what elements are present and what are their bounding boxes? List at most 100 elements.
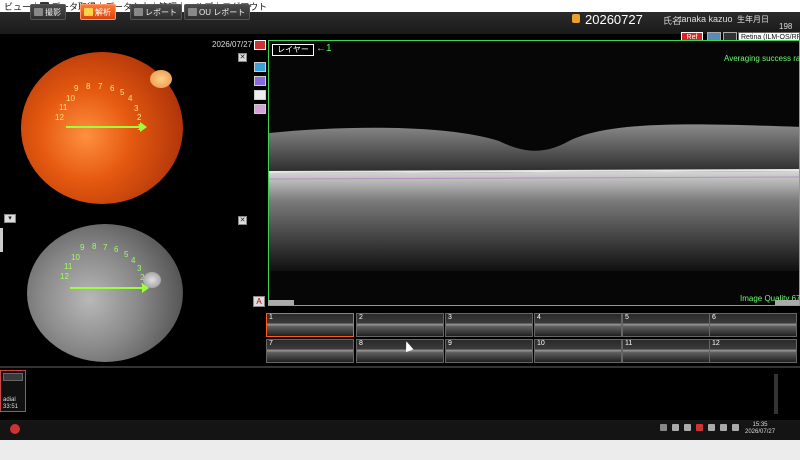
scan-number: 12: [60, 272, 69, 281]
scan-number: 5: [120, 88, 125, 97]
tab-analysis-label: 解析: [95, 7, 111, 17]
start-icon[interactable]: [10, 424, 20, 434]
scan-line: [70, 287, 144, 289]
grid-icon[interactable]: [254, 90, 266, 100]
thumbnail-scan[interactable]: 6: [709, 313, 797, 337]
thumbnail-label: 4: [537, 314, 541, 321]
taskbar: [0, 420, 800, 440]
oct-bscan-panel[interactable]: [268, 40, 800, 306]
scan-number: 11: [59, 103, 68, 112]
scan-number: 4: [128, 94, 133, 103]
expand-icon[interactable]: ✕: [238, 216, 247, 225]
card-line2: 33:51: [3, 404, 19, 410]
scan-number: 7: [98, 82, 103, 91]
tray-icon[interactable]: [696, 424, 703, 431]
divider: [0, 366, 800, 368]
capture-date: 2026/07/27: [212, 40, 253, 49]
dropdown-chevron-icon[interactable]: ▾: [4, 214, 16, 223]
scan-number: 3: [134, 104, 139, 113]
tray-icon[interactable]: [660, 424, 667, 431]
scan-number: 7: [103, 243, 108, 252]
thumbnail-label: 3: [448, 314, 452, 321]
thumbnail-label: 9: [448, 340, 452, 347]
birth-label: 生年月日: [737, 15, 769, 24]
thumbnail-label: 10: [537, 340, 545, 347]
expand-icon[interactable]: ✕: [238, 53, 247, 62]
thumbnail-scan[interactable]: 3: [445, 313, 533, 337]
thumbnail-label: 8: [359, 340, 363, 347]
tab-capture-label: 撮影: [45, 7, 61, 17]
thumbnail-label: 5: [625, 314, 629, 321]
arrow-right-icon: [140, 122, 147, 132]
network-icon[interactable]: [684, 424, 691, 431]
vertical-scrollbar[interactable]: [774, 374, 778, 414]
scan-number: 3: [137, 264, 142, 273]
thumbnail-icon: [3, 373, 23, 381]
app-screen: ビュー データ取得 データ入力 管理 ヘルプ ログアウト 撮影 解析 レポート …: [0, 0, 800, 440]
thumbnail-scan[interactable]: 7: [266, 339, 354, 363]
clock-date: 2026/07/27: [745, 429, 776, 435]
text-tool-icon[interactable]: A: [253, 296, 265, 307]
tab-report[interactable]: レポート: [130, 4, 182, 20]
scan-number: 5: [124, 250, 129, 259]
tab-ou-report-label: OU レポート: [199, 7, 246, 17]
scan-number: 11: [64, 262, 73, 271]
thumbnail-label: 1: [269, 314, 273, 321]
menu-bar: ビュー データ取得 データ入力 管理 ヘルプ ログアウト: [0, 0, 800, 12]
tab-analysis[interactable]: 解析: [80, 4, 116, 20]
history-card[interactable]: adial 33:51: [0, 370, 26, 412]
scan-number: 8: [92, 242, 97, 251]
eye-icon: [84, 8, 93, 16]
scan-number: 2: [140, 273, 145, 282]
scan-line: [66, 126, 142, 128]
tray-icon[interactable]: [720, 424, 727, 431]
thumbnail-label: 6: [712, 314, 716, 321]
oct-bscan-image: [269, 41, 799, 305]
optic-disc: [150, 70, 172, 88]
patient-name: tanaka kazuo: [679, 14, 733, 24]
thumbnail-scan[interactable]: 10: [534, 339, 622, 363]
birth-value: 198: [779, 22, 793, 31]
scan-number: 9: [74, 84, 79, 93]
patient-icon: [572, 14, 580, 23]
scan-number: 10: [71, 253, 80, 262]
scan-number: 4: [131, 256, 136, 265]
layer-annotation: ←1: [316, 43, 332, 54]
taskbar-clock[interactable]: 15:35 2026/07/27: [745, 422, 775, 436]
tab-capture[interactable]: 撮影: [30, 4, 66, 20]
scan-number: 6: [114, 245, 119, 254]
tab-ou-report[interactable]: OU レポート: [184, 4, 251, 20]
thumbnail-scan[interactable]: 12: [709, 339, 797, 363]
layer-button[interactable]: レイヤー: [272, 44, 314, 56]
tab-report-label: レポート: [145, 7, 177, 17]
report-icon: [188, 8, 197, 16]
thumbnail-scan[interactable]: 1: [266, 313, 354, 337]
report-icon: [134, 8, 143, 16]
camera-icon: [34, 8, 43, 16]
thumbnail-scan[interactable]: 2: [356, 313, 444, 337]
record-icon[interactable]: [254, 40, 266, 50]
thumbnail-scan[interactable]: 11: [622, 339, 710, 363]
horizontal-scrollbar[interactable]: [775, 300, 799, 305]
volume-icon[interactable]: [708, 424, 715, 431]
horizontal-scrollbar[interactable]: [268, 300, 294, 305]
tray-icon[interactable]: [672, 424, 679, 431]
layers-icon[interactable]: [254, 62, 266, 72]
thumbnail-scan[interactable]: 4: [534, 313, 622, 337]
thumbnail-scan[interactable]: 5: [622, 313, 710, 337]
thumbnail-scan[interactable]: 9: [445, 339, 533, 363]
patient-id: 20260727: [585, 12, 643, 27]
tray-icon[interactable]: [732, 424, 739, 431]
thumbnail-label: 7: [269, 340, 273, 347]
averaging-rate: Averaging success rate: [724, 54, 800, 63]
map-icon[interactable]: [254, 104, 266, 114]
scan-number: 12: [55, 113, 64, 122]
scan-number: 10: [66, 94, 75, 103]
arrow-right-icon: [142, 283, 149, 293]
side-scrollbar[interactable]: [0, 228, 3, 252]
scan-number: 6: [110, 84, 115, 93]
scan-number: 9: [80, 243, 85, 252]
scan-number: 8: [86, 82, 91, 91]
layers-icon[interactable]: [254, 76, 266, 86]
thumbnail-scan[interactable]: 8: [356, 339, 444, 363]
